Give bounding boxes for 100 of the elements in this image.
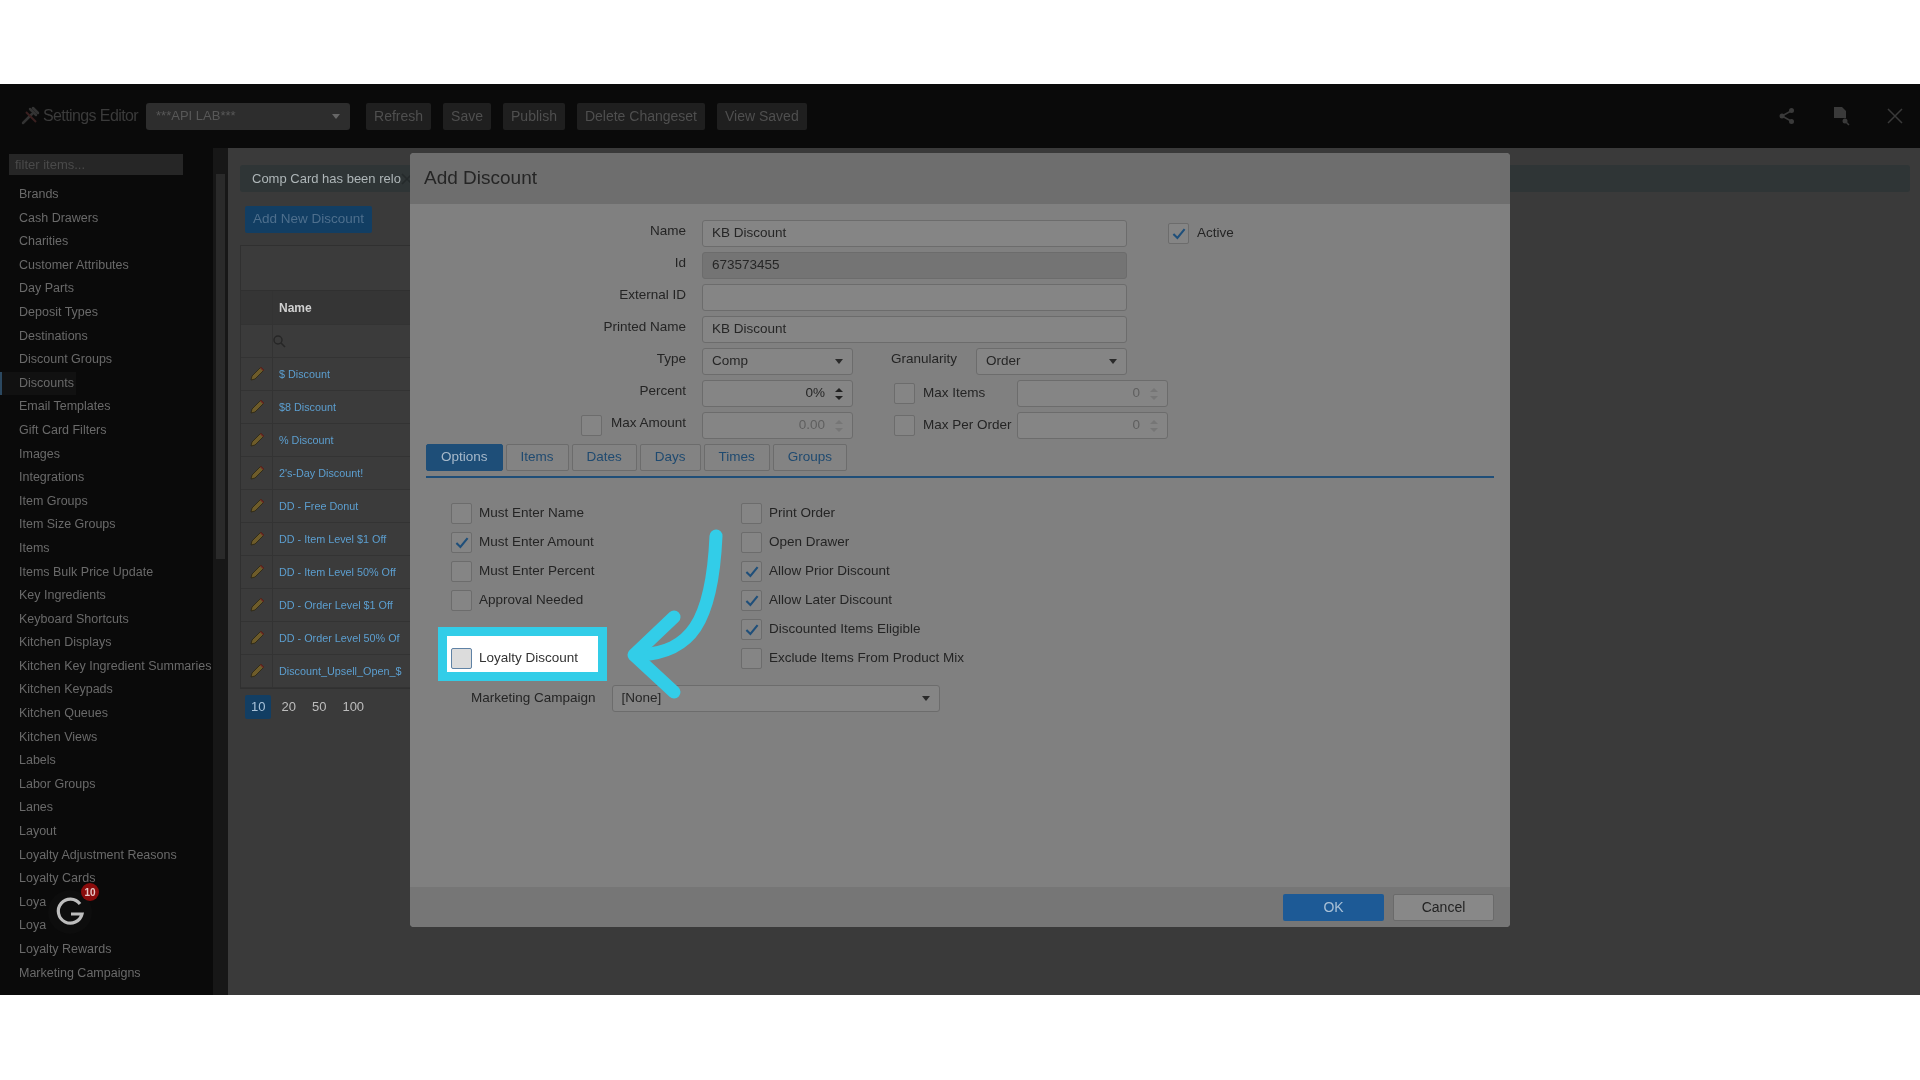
sidebar-item[interactable]: Kitchen Key Ingredient Summaries [0,654,214,679]
pencil-icon[interactable] [247,662,266,680]
checkbox[interactable] [451,561,472,582]
ok-button[interactable]: OK [1283,893,1384,921]
sidebar-item[interactable]: Deposit Types [0,300,100,325]
sidebar-item[interactable]: Brands [0,183,61,207]
checkbox[interactable] [741,503,762,524]
tab[interactable]: Times [703,444,770,471]
checkbox-label: Must Enter Percent [479,562,595,581]
sidebar-item[interactable]: Email Templates [0,395,113,419]
checkbox[interactable] [741,532,762,553]
sidebar-item[interactable]: Loya [0,914,49,938]
page-size-button[interactable]: 20 [275,695,302,719]
select-field[interactable]: Order [976,348,1127,375]
checkbox-label: Active [1197,224,1234,243]
tab[interactable]: Options [426,444,503,471]
checkbox[interactable] [741,648,762,669]
sidebar-item[interactable]: Loyalty Adjustment Reasons [0,843,179,868]
table-link[interactable]: $8 Discount [273,398,337,416]
field-label: Printed Name [603,317,686,336]
sidebar-item[interactable]: Keyboard Shortcuts [0,607,131,632]
tab[interactable]: Groups [772,444,848,471]
field-label: Max Amount [610,413,686,432]
scrollbar[interactable] [213,148,228,995]
close-icon[interactable] [1886,107,1904,125]
checkbox-label: Exclude Items From Product Mix [769,649,965,668]
sidebar-item[interactable]: Day Parts [0,277,76,301]
table-link[interactable]: DD - Order Level 50% Of [273,629,400,647]
checkbox[interactable] [451,532,472,553]
table-link[interactable]: 2's-Day Discount! [273,464,364,482]
checkbox-label: Allow Later Discount [769,591,893,610]
pencil-icon[interactable] [247,398,266,416]
table-link[interactable]: DD - Item Level $1 Off [273,530,387,548]
pencil-icon[interactable] [247,629,266,647]
select-field[interactable]: Comp [702,348,853,375]
pencil-icon[interactable] [247,365,266,383]
sidebar-item[interactable]: Item Size Groups [0,513,118,537]
table-link[interactable]: DD - Free Donut [273,497,359,515]
sidebar-item[interactable]: Charities [0,230,71,254]
sidebar-item[interactable]: Cash Drawers [0,206,101,231]
caret-icon [1109,359,1117,364]
input-field[interactable]: KB Discount [702,220,1127,247]
tab[interactable]: Days [639,444,701,471]
input-field[interactable]: 673573455 [702,252,1127,279]
page-size-button[interactable]: 10 [245,695,272,719]
close-icon[interactable] [400,172,413,185]
pencil-icon[interactable] [247,530,266,548]
page-size-button[interactable]: 50 [305,695,333,719]
sidebar-item[interactable]: Images [0,442,62,467]
sidebar-item[interactable]: Kitchen Keypads [0,678,115,703]
tab[interactable]: Dates [571,444,637,471]
field-label: Name [650,221,686,240]
spinner-icon[interactable] [835,386,843,401]
table-link[interactable]: DD - Item Level 50% Off [273,563,396,581]
select-field[interactable]: [None] [611,685,940,712]
sidebar-item[interactable]: Integrations [0,466,87,490]
share-icon[interactable] [1778,107,1796,125]
pencil-icon[interactable] [247,464,266,482]
add-button[interactable]: Add New Discount [245,206,373,233]
sidebar-item[interactable]: Discount Groups [0,348,115,372]
sidebar-item[interactable]: Labor Groups [0,772,98,797]
checkbox[interactable] [451,648,472,669]
input-field[interactable] [702,284,1127,311]
sidebar-item[interactable]: Labels [0,749,58,773]
sidebar-item[interactable]: Kitchen Views [0,725,100,750]
cancel-button[interactable]: Cancel [1393,893,1494,921]
page-size-button[interactable]: 100 [336,695,371,719]
sidebar-item[interactable]: Lanes [0,796,56,821]
table-link[interactable]: DD - Order Level $1 Off [273,596,393,614]
checkbox[interactable] [451,590,472,611]
sidebar-item[interactable]: Loyalty Rewards [0,938,114,962]
document-search-icon[interactable] [1832,106,1850,126]
pencil-icon[interactable] [247,497,266,515]
checkbox[interactable] [741,561,762,582]
pencil-icon[interactable] [247,431,266,449]
sidebar-item[interactable]: Item Groups [0,489,90,514]
sidebar-item[interactable]: Marketing Campaigns [0,961,143,986]
sidebar-item[interactable]: Items [0,536,52,561]
checkbox[interactable] [741,619,762,640]
checkbox[interactable] [451,503,472,524]
table-link[interactable]: Discount_Upsell_Open_$ [273,662,402,680]
pencil-icon[interactable] [247,563,266,581]
sidebar-item[interactable]: Items Bulk Price Update [0,560,156,585]
checkbox[interactable] [1168,223,1189,244]
sidebar-item[interactable]: Customer Attributes [0,253,131,278]
checkbox[interactable] [741,590,762,611]
sidebar-item[interactable]: Key Ingredients [0,584,108,608]
table-link[interactable]: % Discount [273,431,334,449]
sidebar-item[interactable]: Kitchen Queues [0,702,110,726]
table-link[interactable]: $ Discount [273,365,330,383]
input-field[interactable]: KB Discount [702,316,1127,343]
number-field[interactable]: 0% [702,380,853,407]
sidebar-item[interactable]: Kitchen Displays [0,631,114,655]
sidebar-item[interactable]: Loya [0,890,49,915]
sidebar-item[interactable]: Discounts [0,371,76,396]
sidebar-item[interactable]: Gift Card Filters [0,418,109,443]
sidebar-item[interactable]: Layout [0,820,59,844]
tab[interactable]: Items [505,444,569,471]
sidebar-item[interactable]: Destinations [0,324,90,349]
pencil-icon[interactable] [247,596,266,614]
